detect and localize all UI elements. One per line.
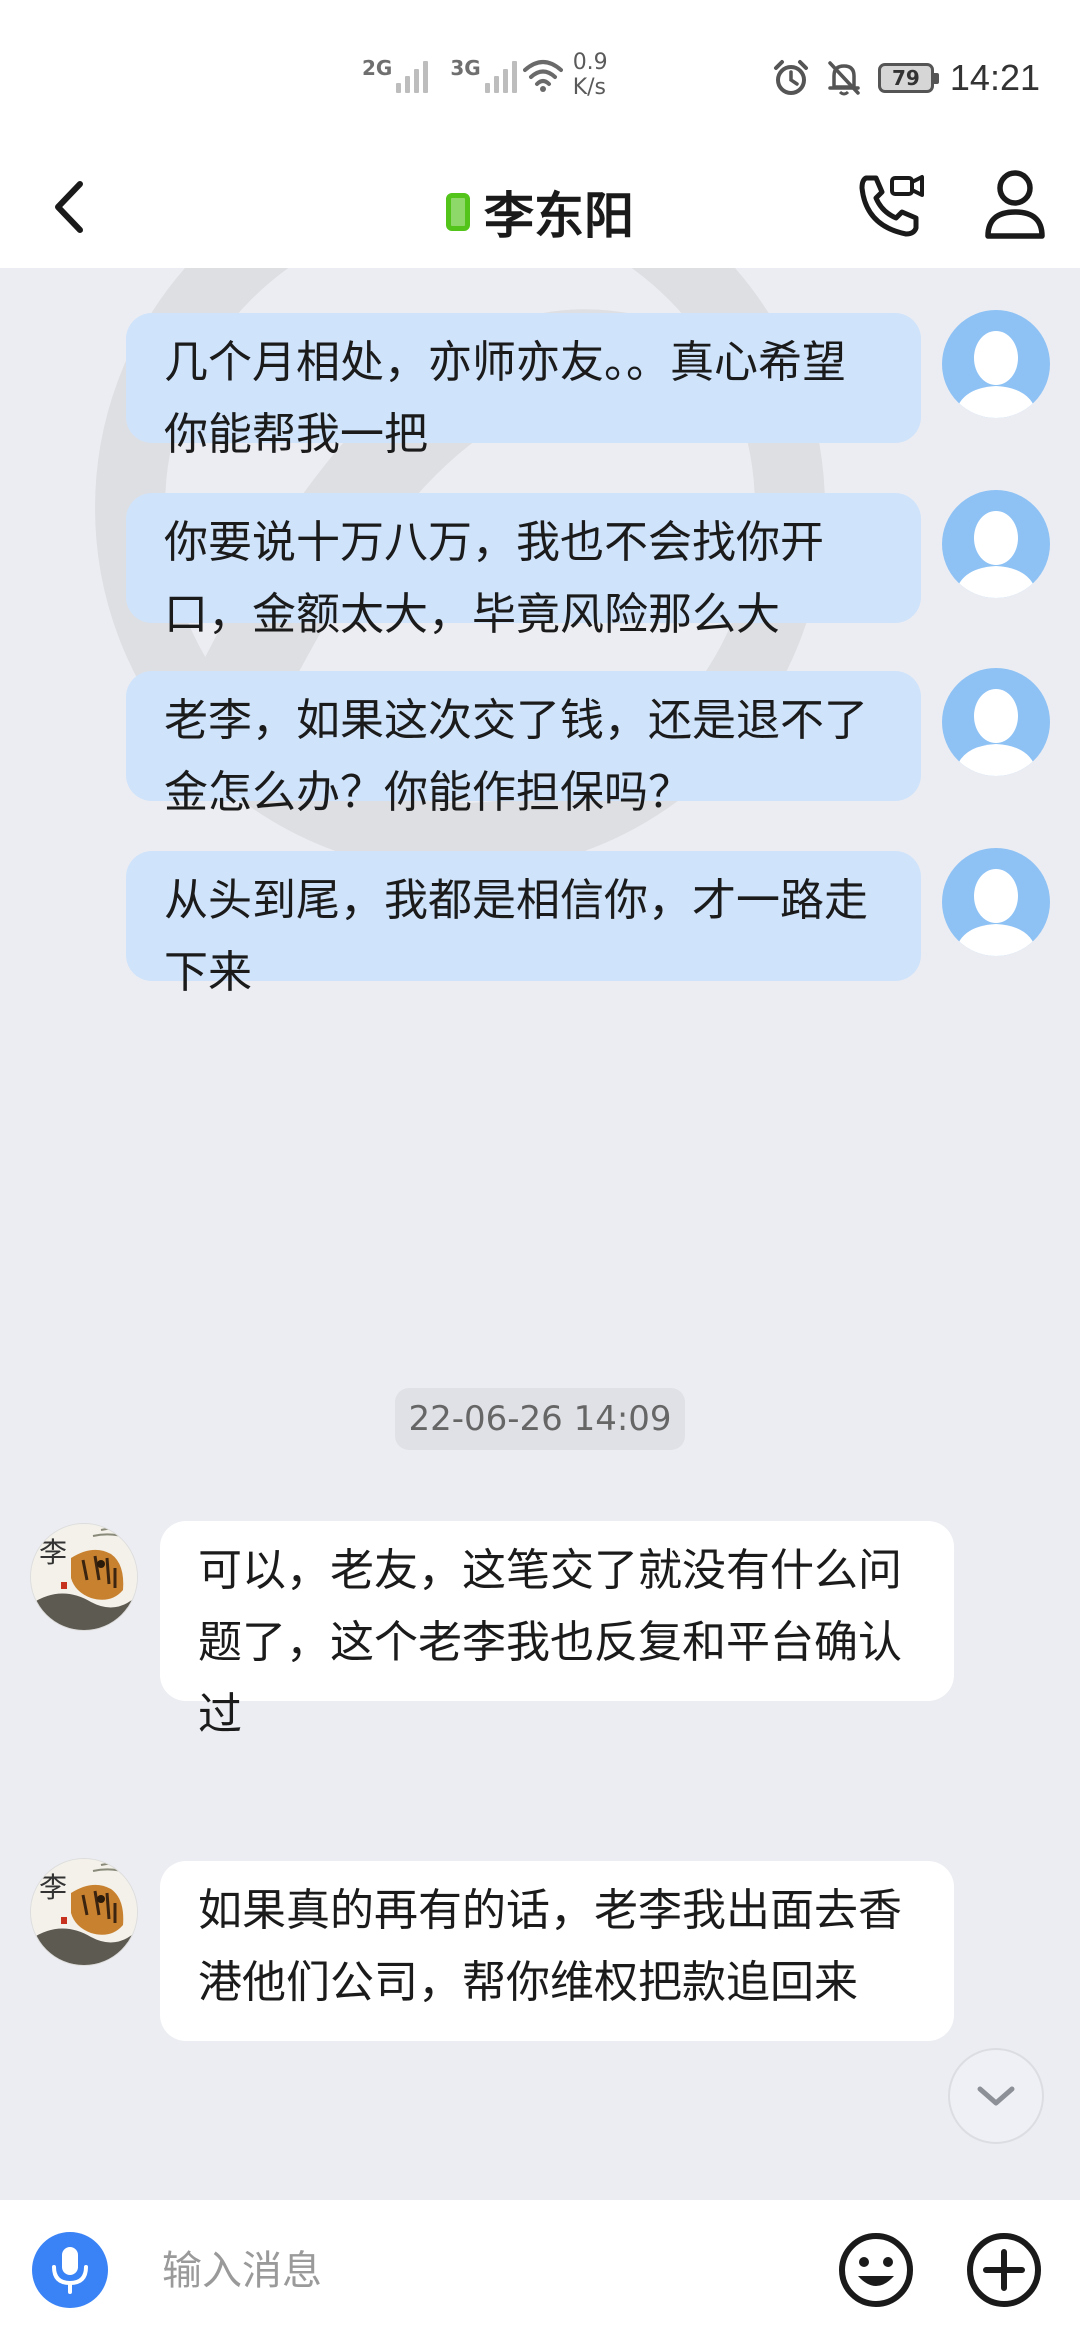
video-call-icon[interactable] (852, 168, 928, 244)
chevron-down-icon (977, 2086, 1015, 2106)
default-avatar-icon (954, 869, 1038, 956)
avatar-self[interactable] (942, 490, 1050, 598)
message-bubble-outgoing[interactable]: 几个月相处，亦师亦友。。真心希望你能帮我一把 (126, 313, 921, 460)
default-avatar-icon (954, 689, 1038, 776)
avatar-peer[interactable]: 李 (30, 1523, 138, 1631)
mute-bell-icon (828, 61, 860, 96)
speed-value: 0.9 (572, 49, 608, 75)
message-input[interactable] (160, 2232, 804, 2310)
alarm-icon (773, 60, 808, 95)
chat-header: 李东阳 (0, 150, 1080, 268)
speed-unit: K/s (572, 75, 606, 100)
message-bubble-incoming[interactable]: 如果真的再有的话，老李我出面去香港他们公司，帮你维权把款追回来 (160, 1861, 954, 2041)
network-speed: 0.9 K/s (573, 50, 608, 101)
avatar-peer[interactable]: 李 (30, 1858, 138, 1966)
tiger-painting-avatar-icon: 李 (31, 1859, 137, 1965)
input-bar (0, 2200, 1080, 2340)
message-bubble-incoming[interactable]: 可以，老友，这笔交了就没有什么问题了，这个老李我也反复和平台确认过 (160, 1521, 954, 1740)
emoji-icon[interactable] (836, 2230, 916, 2310)
chat-area[interactable]: 几个月相处，亦师亦友。。真心希望你能帮我一把 你要说十万八万，我也不会找你开口，… (0, 268, 1080, 2200)
message-bubble-outgoing[interactable]: 老李，如果这次交了钱，还是退不了金怎么办？你能作担保吗？ (126, 671, 921, 818)
message-bubble-outgoing[interactable]: 从头到尾，我都是相信你，才一路走下来 (126, 851, 921, 998)
status-right: 79 14:21 (772, 50, 1040, 106)
network-type-2: 3G (450, 56, 481, 80)
svg-text:李: 李 (39, 1871, 67, 1904)
cellular-group: 2G 3G 0.9 K/s (362, 50, 608, 100)
timestamp-divider: 22-06-26 14:09 (395, 1388, 685, 1450)
wifi-icon (522, 60, 563, 92)
plus-icon[interactable] (964, 2230, 1044, 2310)
svg-text:李: 李 (39, 1536, 67, 1569)
person-icon[interactable] (980, 164, 1050, 244)
clock: 14:21 (949, 57, 1040, 98)
avatar-self[interactable] (942, 848, 1050, 956)
avatar-self[interactable] (942, 310, 1050, 418)
status-bar: 2G 3G 0.9 K/s 79 14:21 (0, 0, 1080, 150)
battery-level: 79 (891, 66, 920, 90)
microphone-icon (52, 2247, 88, 2294)
phone-device-icon (446, 193, 470, 231)
tiger-painting-avatar-icon: 李 (31, 1524, 137, 1630)
signal-icon (484, 57, 517, 93)
default-avatar-icon (954, 511, 1038, 598)
signal-icon (396, 57, 429, 93)
scroll-to-bottom-button[interactable] (948, 2048, 1044, 2144)
message-bubble-outgoing[interactable]: 你要说十万八万，我也不会找你开口，金额太大，毕竟风险那么大 (126, 493, 921, 640)
page-title: 李东阳 (484, 187, 634, 245)
battery-icon: 79 (877, 63, 939, 93)
network-type-1: 2G (362, 56, 393, 80)
voice-input-button[interactable] (32, 2232, 108, 2308)
avatar-self[interactable] (942, 668, 1050, 776)
default-avatar-icon (954, 331, 1038, 418)
